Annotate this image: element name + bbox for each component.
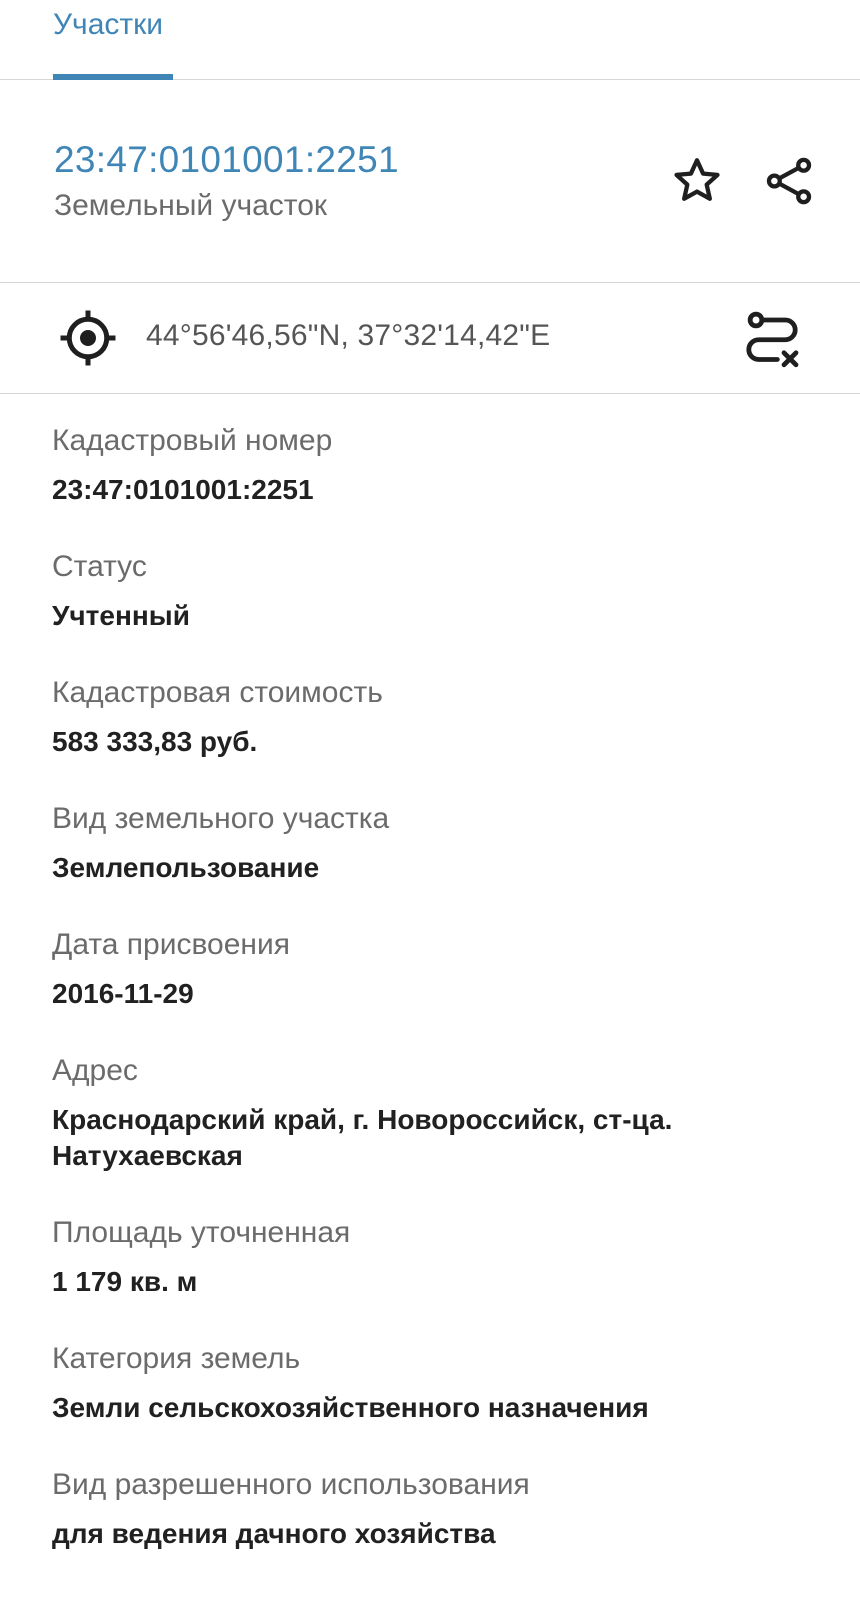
field-label: Вид земельного участка xyxy=(52,802,390,835)
coordinates-text[interactable]: 44°56'46,56"N, 37°32'14,42"E xyxy=(146,319,550,353)
tab-label: Участки xyxy=(53,8,163,41)
detail-field: Вид земельного участка Землепользование xyxy=(52,796,832,922)
field-value: 23:47:0101001:2251 xyxy=(52,474,314,505)
field-label: Категория земель xyxy=(52,1342,301,1375)
field-value: 583 333,83 руб. xyxy=(52,726,258,757)
field-label: Дата присвоения xyxy=(52,928,290,961)
field-label: Статус xyxy=(52,550,147,583)
detail-field: Площадь уточненная 1 179 кв. м xyxy=(52,1210,832,1336)
field-value: 1 179 кв. м xyxy=(52,1266,198,1297)
parcel-type-subtitle: Земельный участок xyxy=(54,189,328,222)
detail-field: Кадастровая стоимость 583 333,83 руб. xyxy=(52,670,832,796)
tab-bar: Участки xyxy=(0,0,860,80)
detail-field: Адрес Краснодарский край, г. Новороссийс… xyxy=(52,1048,832,1210)
field-label: Кадастровый номер xyxy=(52,424,333,457)
detail-field: Дата присвоения 2016-11-29 xyxy=(52,922,832,1048)
field-value: для ведения дачного хозяйства xyxy=(52,1518,496,1549)
route-button[interactable] xyxy=(740,308,804,372)
crosshair-icon[interactable] xyxy=(58,308,118,368)
tab-parcels[interactable]: Участки xyxy=(53,0,173,80)
field-value: Краснодарский край, г. Новороссийск, ст-… xyxy=(52,1104,673,1171)
share-icon xyxy=(766,157,812,205)
field-label: Кадастровая стоимость xyxy=(52,676,383,709)
detail-field: Кадастровый номер 23:47:0101001:2251 xyxy=(52,418,832,544)
parcel-header: 23:47:0101001:2251 Земельный участок xyxy=(0,81,860,283)
parcel-cadastral-title[interactable]: 23:47:0101001:2251 xyxy=(54,139,399,181)
field-value: Земли сельскохозяйственного назначения xyxy=(52,1392,649,1423)
favorite-button[interactable] xyxy=(665,149,729,213)
share-button[interactable] xyxy=(757,149,821,213)
coordinates-row: 44°56'46,56"N, 37°32'14,42"E xyxy=(0,284,860,394)
field-value: Землепользование xyxy=(52,852,320,883)
field-label: Адрес xyxy=(52,1054,138,1087)
field-value: Учтенный xyxy=(52,600,190,631)
field-value: 2016-11-29 xyxy=(52,978,194,1009)
field-label: Площадь уточненная xyxy=(52,1216,351,1249)
detail-field: Вид разрешенного использования для веден… xyxy=(52,1462,832,1588)
detail-field: Категория земель Земли сельскохозяйствен… xyxy=(52,1336,832,1462)
tab-active-indicator xyxy=(53,74,173,80)
route-clear-icon xyxy=(746,311,799,368)
parcel-details: Кадастровый номер 23:47:0101001:2251 Ста… xyxy=(52,418,832,1588)
star-icon xyxy=(674,158,720,201)
detail-field: Статус Учтенный xyxy=(52,544,832,670)
field-label: Вид разрешенного использования xyxy=(52,1468,530,1501)
